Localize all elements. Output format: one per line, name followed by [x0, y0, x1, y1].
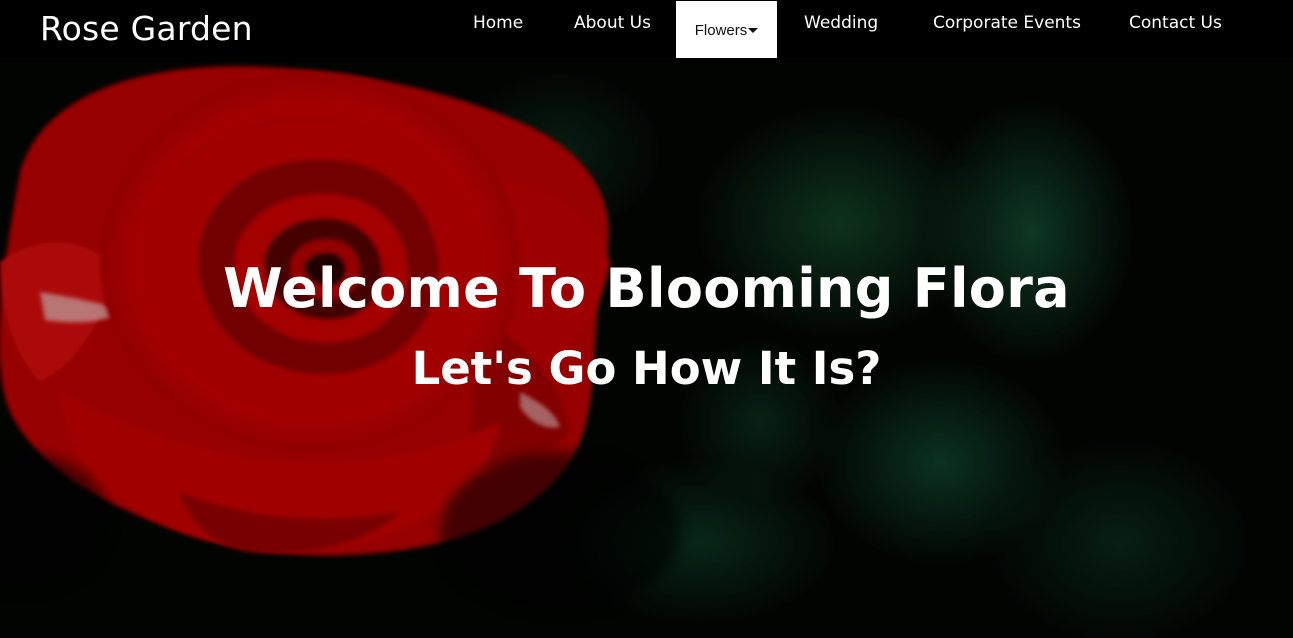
- nav-corporate-events-link[interactable]: Corporate Events: [933, 13, 1081, 33]
- hero-title: Welcome To Blooming Flora: [223, 257, 1070, 320]
- nav-contact-link[interactable]: Contact Us: [1129, 13, 1222, 33]
- page: Rose Garden Home About Us Flowers Weddin…: [0, 0, 1293, 638]
- hero-banner: Welcome To Blooming Flora Let's Go How I…: [0, 62, 1293, 638]
- nav-home-link[interactable]: Home: [473, 13, 523, 33]
- top-navbar: Rose Garden Home About Us Flowers Weddin…: [0, 0, 1293, 62]
- nav-flowers-label: Flowers: [694, 22, 748, 39]
- hero-subtitle: Let's Go How It Is?: [411, 342, 882, 395]
- nav-wedding-link[interactable]: Wedding: [804, 13, 878, 33]
- nav-about-link[interactable]: About Us: [574, 13, 651, 33]
- nav-flowers-dropdown[interactable]: Flowers: [676, 1, 777, 58]
- caret-down-icon: [748, 27, 759, 33]
- brand-logo-link[interactable]: Rose Garden: [40, 9, 253, 48]
